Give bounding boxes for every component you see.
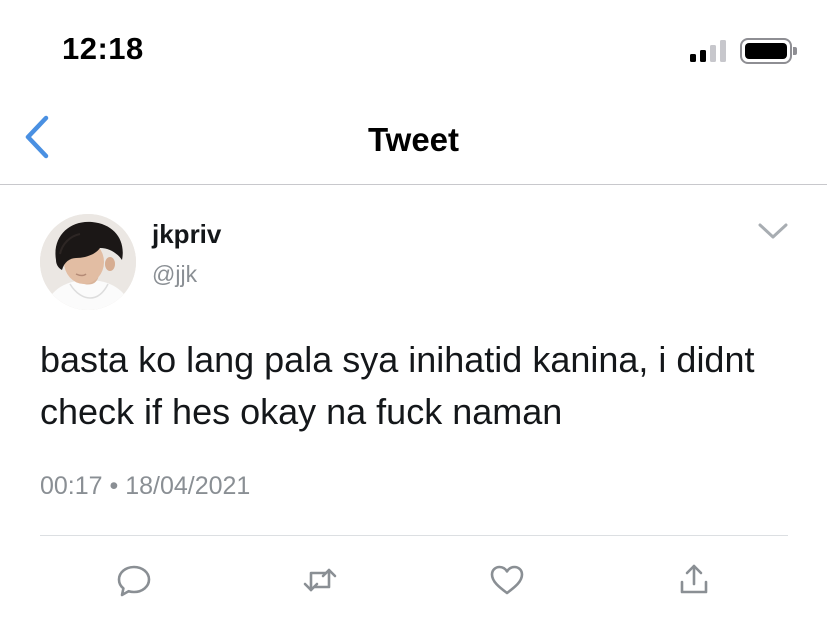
page-title: Tweet — [367, 121, 460, 158]
avatar[interactable] — [40, 214, 136, 310]
tweet-options-button[interactable] — [752, 216, 794, 246]
avatar-photo — [40, 214, 136, 310]
status-time: 12:18 — [62, 31, 144, 66]
navigation-bar: Tweet — [0, 90, 827, 185]
user-handle[interactable]: @jjk — [152, 260, 197, 288]
tweet-timestamp: 00:17 • 18/04/2021 — [40, 472, 251, 500]
status-bar: 12:18 — [0, 0, 827, 90]
like-button[interactable] — [487, 560, 527, 600]
battery-icon — [740, 38, 797, 64]
retweet-icon — [303, 568, 337, 592]
cellular-signal-icon — [690, 40, 726, 62]
chevron-down-icon — [758, 223, 788, 239]
tweet-detail-screen: 12:18 Tweet jkpriv @jjk basta ko lang pa… — [0, 0, 827, 621]
divider — [40, 535, 788, 536]
display-name[interactable]: jkpriv — [152, 218, 221, 250]
reply-button[interactable] — [114, 560, 154, 600]
share-button[interactable] — [674, 560, 714, 600]
tweet-text: basta ko lang pala sya inihatid kanina, … — [40, 339, 755, 432]
retweet-button[interactable] — [300, 560, 340, 600]
reply-icon — [117, 565, 151, 597]
share-icon — [680, 564, 708, 594]
like-icon — [490, 565, 524, 595]
